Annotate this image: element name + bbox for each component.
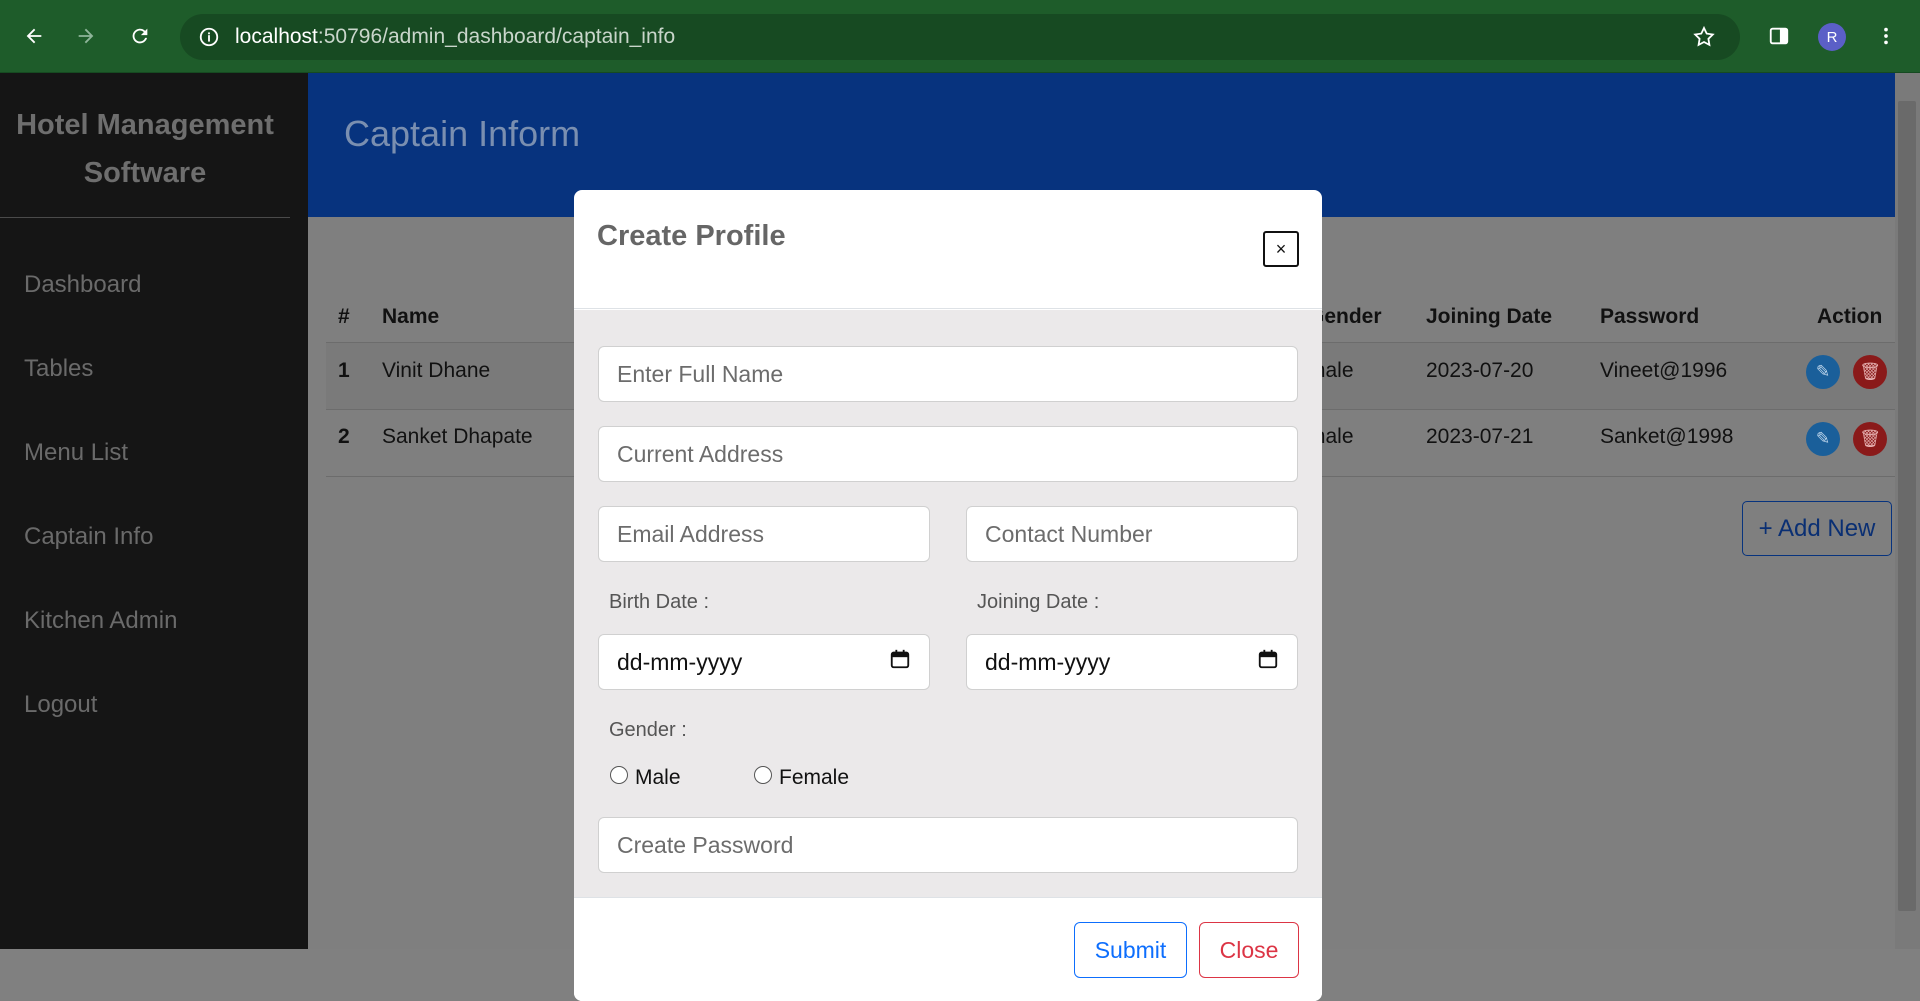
close-button[interactable]: Close bbox=[1199, 922, 1299, 978]
scrollbar-thumb[interactable] bbox=[1898, 101, 1916, 911]
delete-icon[interactable]: 🗑 bbox=[1853, 422, 1887, 456]
page-title: Captain Inform bbox=[344, 113, 581, 154]
sidebar-item-dashboard[interactable]: Dashboard bbox=[24, 271, 141, 299]
calendar-icon[interactable] bbox=[1257, 648, 1279, 676]
delete-icon[interactable]: 🗑 bbox=[1853, 355, 1887, 389]
email-field[interactable] bbox=[598, 506, 930, 562]
page: Hotel Management Software Dashboard Tabl… bbox=[0, 73, 1920, 1001]
gender-label: Gender : bbox=[609, 719, 687, 741]
date-placeholder: dd-mm-yyyy bbox=[617, 648, 743, 675]
more-menu-icon[interactable] bbox=[1872, 22, 1900, 50]
modal-title: Create Profile bbox=[597, 220, 786, 252]
row-name: Sanket Dhapate bbox=[382, 425, 533, 448]
joining-date-label: Joining Date : bbox=[977, 591, 1100, 613]
modal-footer: Submit Close bbox=[574, 897, 1322, 1001]
create-profile-modal: Create Profile × Birth Date : Joining Da… bbox=[574, 190, 1322, 1001]
contact-field[interactable] bbox=[966, 506, 1298, 562]
row-joining-date: 2023-07-20 bbox=[1426, 359, 1534, 382]
contact-input[interactable] bbox=[985, 520, 1297, 548]
reload-icon[interactable] bbox=[126, 22, 154, 50]
submit-button[interactable]: Submit bbox=[1074, 922, 1187, 978]
row-password: Vineet@1996 bbox=[1600, 359, 1728, 382]
row-password: Sanket@1998 bbox=[1600, 425, 1734, 448]
column-header-joining-date: Joining Date bbox=[1426, 305, 1553, 328]
sidebar-item-menu-list[interactable]: Menu List bbox=[24, 439, 128, 467]
profile-avatar[interactable]: R bbox=[1818, 23, 1846, 51]
back-icon[interactable] bbox=[20, 22, 48, 50]
sidebar-item-kitchen-admin[interactable]: Kitchen Admin bbox=[24, 607, 177, 635]
sidebar-item-logout[interactable]: Logout bbox=[24, 691, 97, 719]
url-text: localhost:50796/admin_dashboard/captain_… bbox=[235, 25, 676, 48]
gender-female-radio[interactable] bbox=[754, 766, 772, 784]
row-name: Vinit Dhane bbox=[382, 359, 491, 382]
gender-male-label[interactable]: Male bbox=[635, 766, 681, 790]
gender-female-label[interactable]: Female bbox=[779, 766, 849, 790]
password-input[interactable] bbox=[617, 831, 1297, 859]
address-input[interactable] bbox=[617, 440, 1297, 468]
divider bbox=[0, 217, 290, 218]
full-name-input[interactable] bbox=[617, 360, 1297, 388]
add-new-button[interactable]: + Add New bbox=[1742, 501, 1892, 556]
close-icon[interactable]: × bbox=[1263, 231, 1299, 267]
row-number: 1 bbox=[338, 359, 350, 382]
edit-icon[interactable]: ✎ bbox=[1806, 422, 1840, 456]
forward-icon[interactable] bbox=[72, 22, 100, 50]
birth-date-input[interactable]: dd-mm-yyyy bbox=[598, 634, 930, 690]
column-header-number: # bbox=[338, 305, 350, 328]
column-header-name: Name bbox=[382, 305, 440, 328]
address-bar[interactable]: localhost:50796/admin_dashboard/captain_… bbox=[180, 14, 1740, 60]
calendar-icon[interactable] bbox=[889, 648, 911, 676]
date-placeholder: dd-mm-yyyy bbox=[985, 648, 1111, 675]
full-name-field[interactable] bbox=[598, 346, 1298, 402]
sidebar-item-tables[interactable]: Tables bbox=[24, 355, 93, 383]
address-field[interactable] bbox=[598, 426, 1298, 482]
password-field[interactable] bbox=[598, 817, 1298, 873]
sidebar: Hotel Management Software Dashboard Tabl… bbox=[0, 73, 308, 949]
brand-title: Hotel Management Software bbox=[16, 109, 274, 189]
modal-header: Create Profile × bbox=[574, 190, 1322, 309]
side-panel-icon[interactable] bbox=[1765, 22, 1793, 50]
joining-date-input[interactable]: dd-mm-yyyy bbox=[966, 634, 1298, 690]
browser-toolbar: localhost:50796/admin_dashboard/captain_… bbox=[0, 0, 1920, 73]
birth-date-label: Birth Date : bbox=[609, 591, 710, 613]
sidebar-item-captain-info[interactable]: Captain Info bbox=[24, 523, 153, 551]
site-info-icon[interactable] bbox=[198, 26, 220, 53]
bookmark-star-icon[interactable] bbox=[1692, 25, 1716, 54]
edit-icon[interactable]: ✎ bbox=[1806, 355, 1840, 389]
modal-body: Birth Date : Joining Date : dd-mm-yyyy d… bbox=[574, 310, 1322, 897]
email-input[interactable] bbox=[617, 520, 929, 548]
gender-male-radio[interactable] bbox=[610, 766, 628, 784]
row-joining-date: 2023-07-21 bbox=[1426, 425, 1534, 448]
column-header-password: Password bbox=[1600, 305, 1700, 328]
row-number: 2 bbox=[338, 425, 350, 448]
column-header-action: Action bbox=[1817, 305, 1883, 328]
